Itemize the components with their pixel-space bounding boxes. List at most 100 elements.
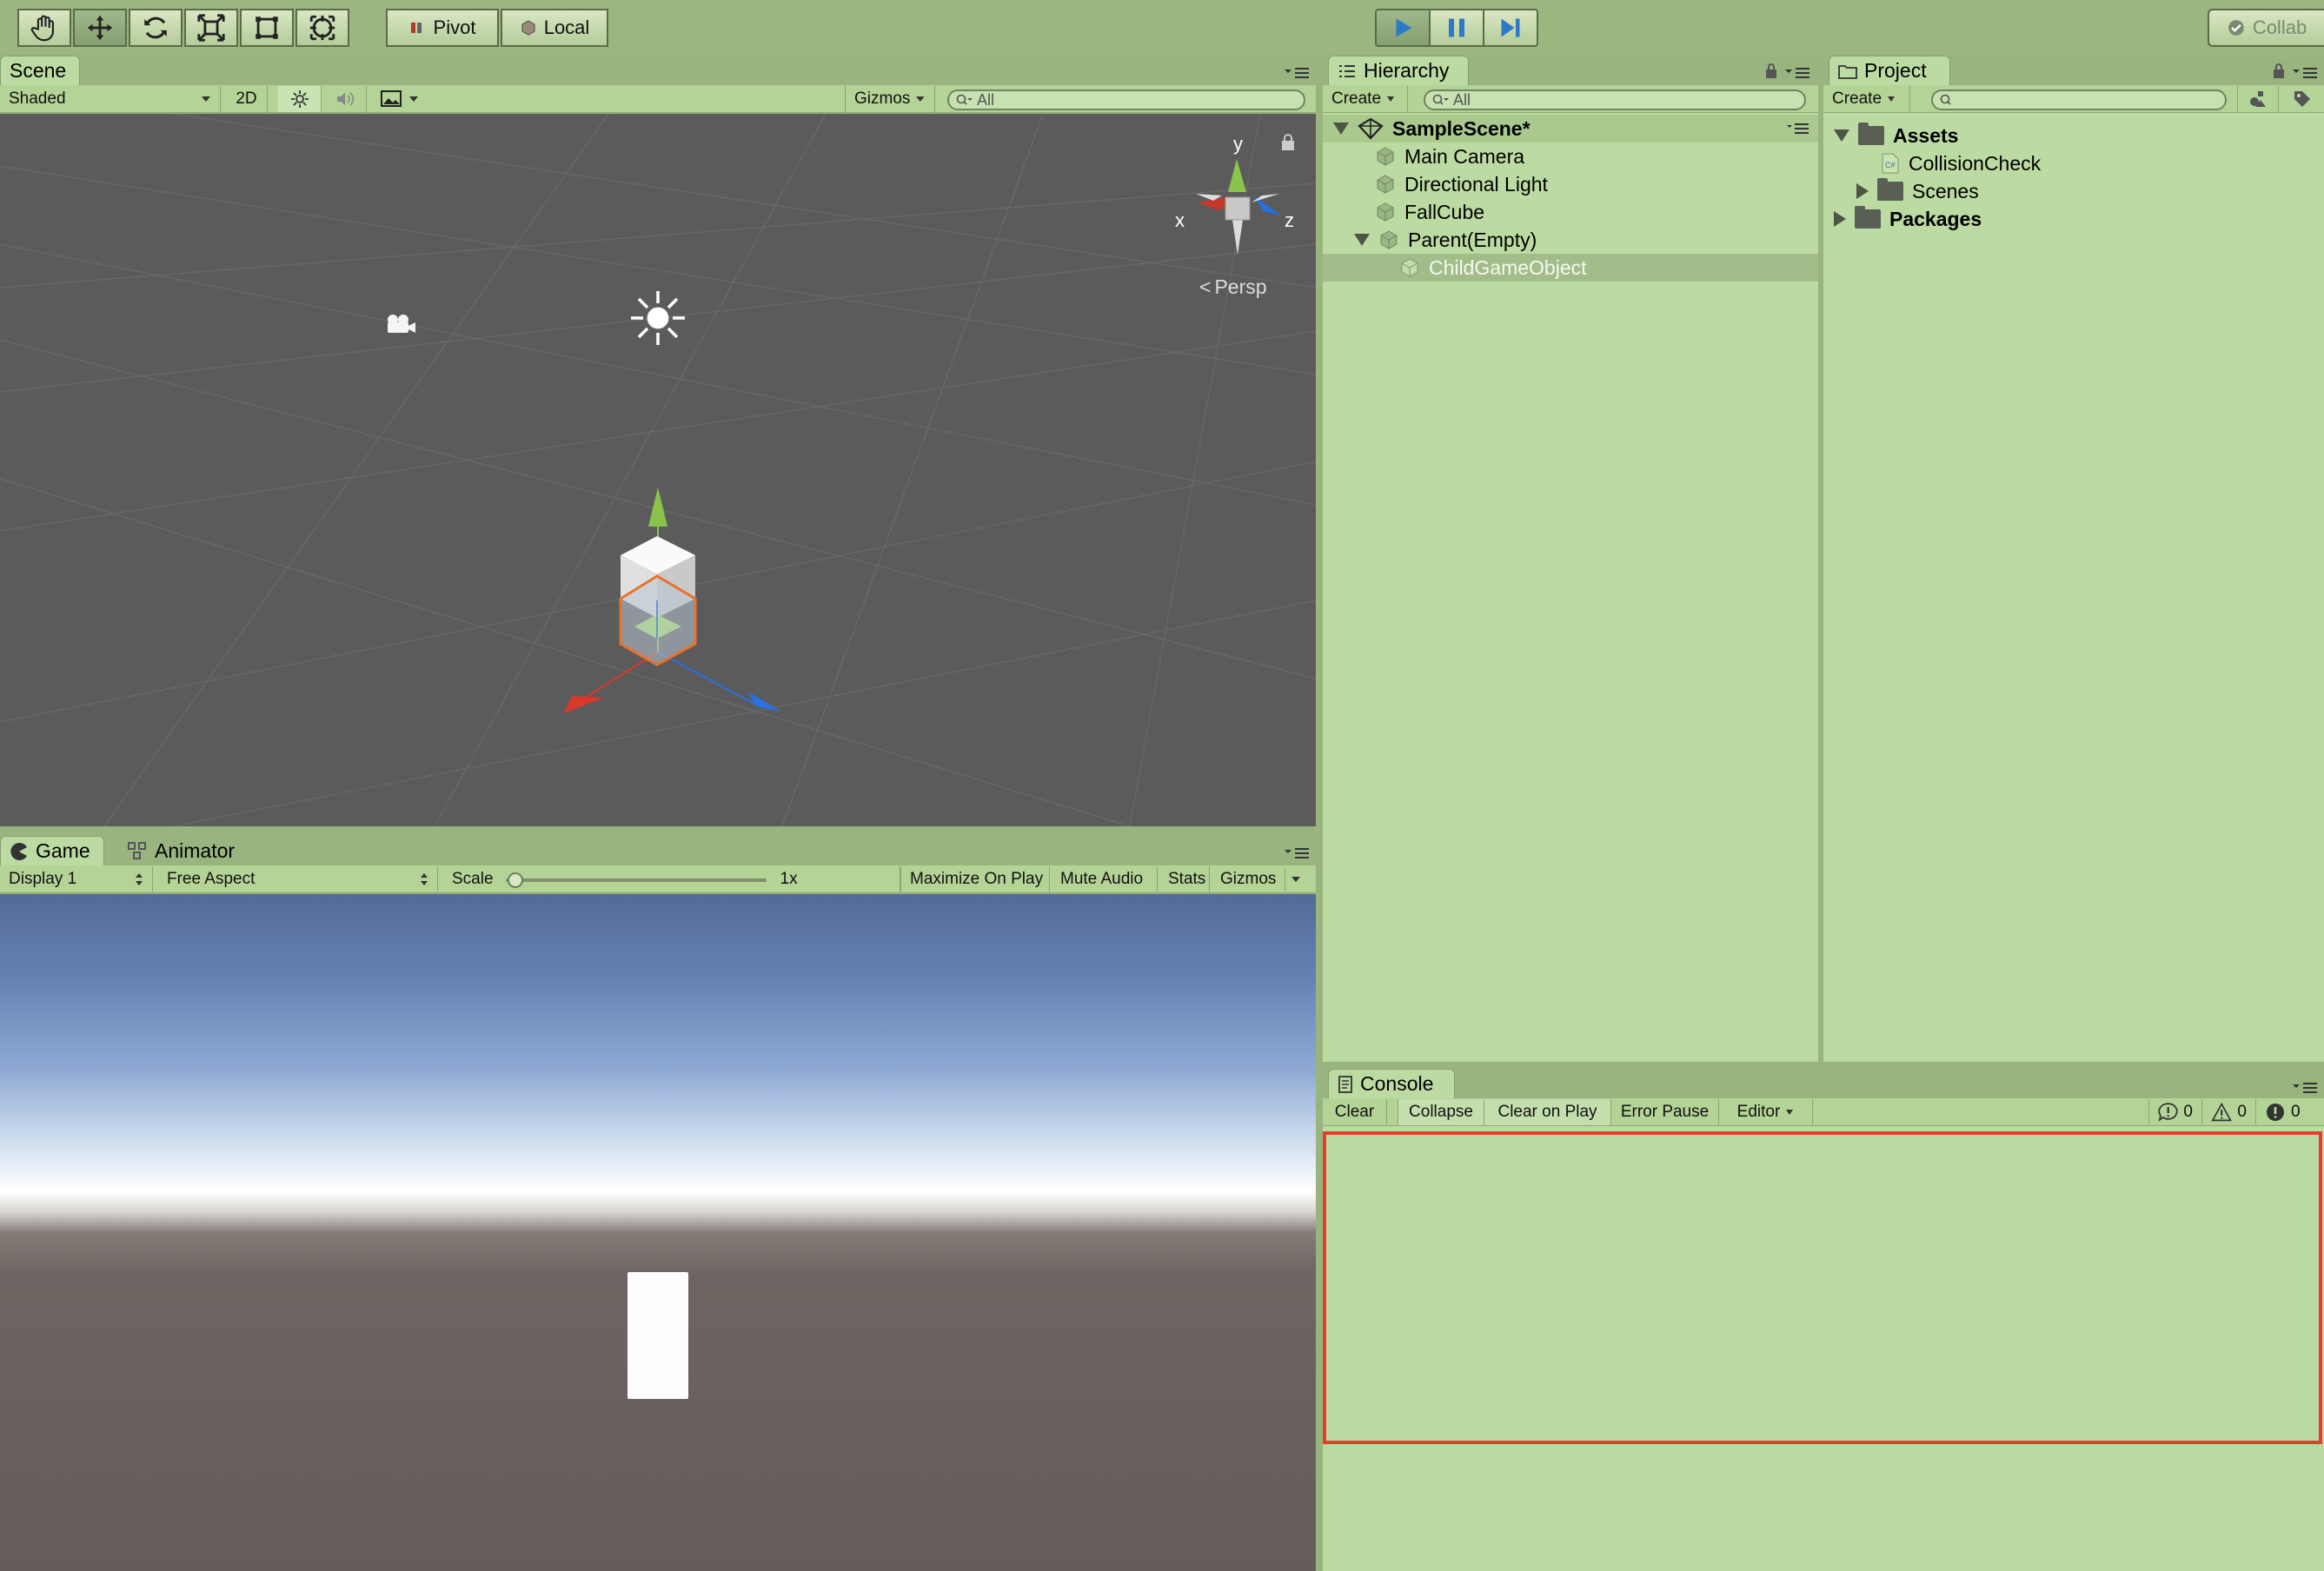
shading-dropdown[interactable]: Shaded [0, 86, 221, 112]
console-error-toggle[interactable]: 0 [2256, 1099, 2310, 1125]
rotate-tool-icon[interactable] [129, 9, 183, 47]
display-label: Display 1 [9, 870, 77, 888]
console-splitter[interactable] [1323, 1062, 2324, 1072]
game-panel-menu-icon[interactable] [1285, 846, 1311, 860]
hierarchy-search-input[interactable]: All [1424, 89, 1806, 110]
vertical-splitter[interactable] [1316, 56, 1323, 1571]
lighting-toggle[interactable] [278, 86, 322, 112]
console-clear-button[interactable]: Clear [1323, 1099, 1387, 1125]
main-toolbar: Pivot Local Collab [0, 0, 2324, 57]
game-gizmos-dropdown[interactable]: Gizmos [1212, 866, 1316, 892]
console-panel-menu-icon[interactable] [2293, 1081, 2319, 1095]
hierarchy-item-childgameobject[interactable]: ChildGameObject [1323, 254, 1818, 282]
animator-icon [128, 842, 146, 859]
local-toggle[interactable]: Local [501, 9, 608, 47]
stats-label: Stats [1168, 870, 1206, 888]
pause-icon [1449, 18, 1464, 37]
console-collapse-toggle[interactable]: Collapse [1398, 1099, 1484, 1125]
console-toolbar: Clear Collapse Clear on Play Error Pause… [1323, 1098, 2324, 1126]
mute-audio-toggle[interactable]: Mute Audio [1052, 866, 1158, 892]
lock-icon[interactable] [1279, 133, 1297, 152]
project-item-collisioncheck[interactable]: C# CollisionCheck [1881, 149, 2041, 177]
projection-label: Persp [1214, 275, 1267, 298]
expand-arrow-icon[interactable] [1333, 123, 1349, 135]
gameobject-cube-icon [1377, 175, 1394, 194]
panel-splitter[interactable] [0, 826, 1316, 833]
expand-arrow-icon[interactable] [1834, 211, 1846, 227]
project-item-scenes[interactable]: Scenes [1856, 177, 1979, 205]
hierarchy-item-parent-empty[interactable]: Parent(Empty) [1354, 226, 1537, 254]
filter-label-button[interactable] [2281, 86, 2324, 112]
pivot-toggle[interactable]: Pivot [386, 9, 499, 47]
pause-button[interactable] [1429, 9, 1484, 47]
tab-animator[interactable]: Animator [118, 836, 249, 865]
scale-slider[interactable] [505, 871, 767, 888]
hierarchy-item-label: ChildGameObject [1429, 255, 1587, 279]
step-button[interactable] [1483, 9, 1538, 47]
stats-toggle[interactable]: Stats [1159, 866, 1210, 892]
warning-triangle-icon [2211, 1102, 2232, 1122]
expand-arrow-icon[interactable] [1834, 129, 1849, 142]
tab-game[interactable]: Game [0, 836, 104, 865]
scene-search-input[interactable]: All [947, 89, 1305, 110]
collab-button[interactable]: Collab [2208, 9, 2324, 47]
image-icon [381, 90, 402, 107]
game-view[interactable] [0, 894, 1316, 1571]
svg-text:C#: C# [1885, 161, 1896, 169]
filter-type-button[interactable] [2237, 86, 2279, 112]
mode-2d-button[interactable]: 2D [226, 86, 268, 112]
tag-icon [2294, 91, 2310, 107]
lock-icon[interactable] [1764, 63, 1778, 80]
play-icon [1396, 18, 1412, 37]
clear-label: Clear [1334, 1103, 1375, 1121]
info-bubble-icon [2158, 1103, 2178, 1122]
hierarchy-item-main-camera[interactable]: Main Camera [1375, 143, 1524, 170]
tab-hierarchy[interactable]: Hierarchy [1328, 56, 1469, 85]
hierarchy-search-placeholder: All [1453, 90, 1471, 109]
info-count: 0 [2183, 1103, 2193, 1121]
effects-dropdown[interactable] [372, 86, 428, 112]
hierarchy-item-directional-light[interactable]: Directional Light [1375, 170, 1548, 198]
hierarchy-create-dropdown[interactable]: Create [1323, 86, 1408, 112]
scale-tool-icon[interactable] [184, 9, 238, 47]
play-button[interactable] [1375, 9, 1431, 47]
scene-gizmos-dropdown[interactable]: Gizmos [845, 86, 935, 112]
selected-object-gizmo[interactable] [521, 479, 817, 757]
expand-arrow-icon[interactable] [1354, 234, 1370, 246]
aspect-dropdown[interactable]: Free Aspect [158, 866, 438, 892]
scene-viewport[interactable]: y x z < Persp [0, 114, 1316, 826]
hand-tool-icon[interactable] [17, 9, 71, 47]
project-item-packages[interactable]: Packages [1834, 205, 1982, 233]
transform-tool-icon[interactable] [295, 9, 349, 47]
console-clear-on-play-toggle[interactable]: Clear on Play [1484, 1099, 1611, 1125]
tab-scene[interactable]: Scene [0, 56, 80, 85]
project-search-input[interactable] [1931, 89, 2227, 110]
project-panel-menu-icon[interactable] [2293, 66, 2319, 80]
expand-arrow-icon[interactable] [1856, 183, 1869, 199]
chevron-down-icon [1291, 877, 1301, 882]
tab-project[interactable]: Project [1829, 56, 1950, 85]
scene-panel-menu-icon[interactable] [1285, 66, 1311, 80]
scene-row-menu-icon[interactable] [1787, 123, 1809, 135]
project-toolbar: Create [1823, 85, 2324, 113]
console-warning-toggle[interactable]: 0 [2202, 1099, 2256, 1125]
rect-tool-icon[interactable] [240, 9, 294, 47]
scene-root-row[interactable]: SampleScene* [1323, 115, 1818, 143]
lock-icon[interactable] [2272, 63, 2286, 80]
console-log-area[interactable] [1323, 1131, 2322, 1444]
hierarchy-panel-menu-icon[interactable] [1785, 66, 1811, 80]
move-tool-icon[interactable] [73, 9, 127, 47]
persp-chevron-icon: < [1199, 275, 1212, 298]
audio-toggle[interactable] [323, 86, 367, 112]
console-error-pause-toggle[interactable]: Error Pause [1611, 1099, 1719, 1125]
console-info-toggle[interactable]: 0 [2148, 1099, 2202, 1125]
project-create-dropdown[interactable]: Create [1823, 86, 1910, 112]
projection-toggle[interactable]: < Persp [1199, 275, 1267, 299]
maximize-on-play-toggle[interactable]: Maximize On Play [900, 866, 1050, 892]
console-editor-dropdown[interactable]: Editor [1719, 1099, 1813, 1125]
tab-console[interactable]: Console [1328, 1069, 1455, 1098]
error-icon [2267, 1104, 2284, 1121]
project-item-assets[interactable]: Assets [1834, 122, 1958, 149]
display-dropdown[interactable]: Display 1 [0, 866, 153, 892]
hierarchy-item-fallcube[interactable]: FallCube [1375, 198, 1484, 226]
